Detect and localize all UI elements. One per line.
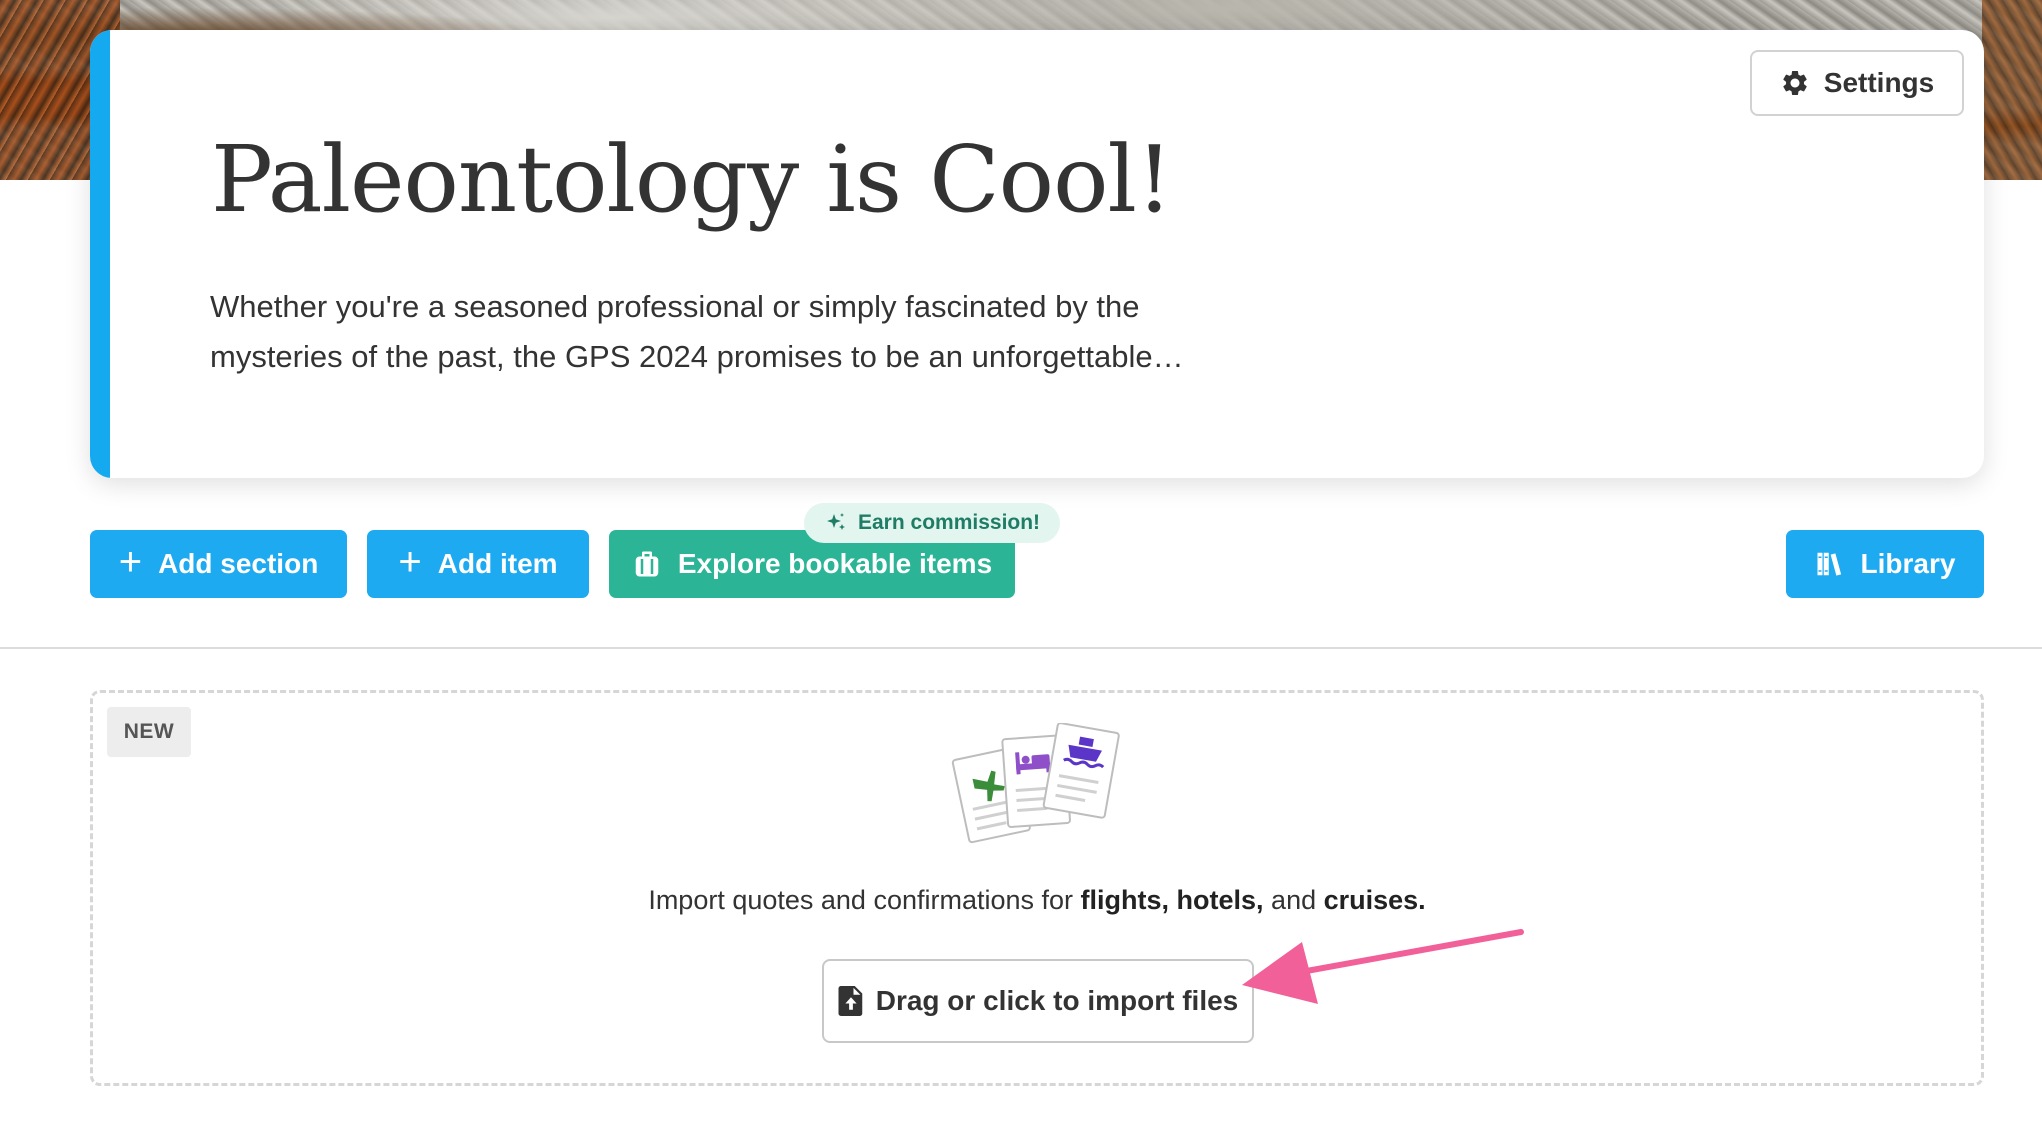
explore-label: Explore bookable items bbox=[677, 548, 993, 579]
description-line-2: mysteries of the past, the GPS 2024 prom… bbox=[210, 339, 1184, 374]
library-label: Library bbox=[1860, 548, 1956, 579]
settings-label: Settings bbox=[1823, 67, 1935, 98]
add-section-button[interactable]: + Add section bbox=[90, 530, 347, 598]
import-text-and: and bbox=[1263, 885, 1324, 915]
gear-icon bbox=[1783, 70, 1807, 95]
sparkle-icon bbox=[827, 513, 845, 530]
import-text-cruises: cruises. bbox=[1323, 885, 1426, 915]
new-badge: NEW bbox=[107, 707, 191, 757]
import-files-label: Drag or click to import files bbox=[875, 985, 1239, 1016]
file-import-dropzone[interactable]: NEW Import quotes and confirmations for … bbox=[90, 690, 1984, 1086]
section-divider bbox=[0, 647, 2042, 649]
file-upload-icon bbox=[838, 986, 862, 1016]
travel-documents-illustration bbox=[951, 723, 1120, 844]
books-icon bbox=[1817, 552, 1841, 576]
earn-commission-badge: Earn commission! bbox=[804, 503, 1061, 543]
import-text-flights-hotels: flights, hotels, bbox=[1080, 885, 1264, 915]
add-item-button[interactable]: + Add item bbox=[367, 530, 589, 598]
hero-accent-stripe bbox=[90, 30, 110, 478]
hero-card: Paleontology is Cool! Whether you're a s… bbox=[90, 30, 1984, 478]
page-description[interactable]: Whether you're a seasoned professional o… bbox=[210, 282, 1230, 382]
banner-texture-right bbox=[1982, 0, 2042, 180]
page-title[interactable]: Paleontology is Cool! bbox=[211, 126, 1173, 233]
description-line-1: Whether you're a seasoned professional o… bbox=[210, 289, 1140, 324]
library-button[interactable]: Library bbox=[1786, 530, 1984, 598]
import-text-prefix: Import quotes and confirmations for bbox=[648, 885, 1081, 915]
add-item-label: Add item bbox=[437, 548, 558, 579]
earn-commission-label: Earn commission! bbox=[858, 511, 1041, 534]
plus-icon: + bbox=[118, 540, 143, 584]
import-description: Import quotes and confirmations for flig… bbox=[93, 885, 1981, 916]
suitcase-icon bbox=[635, 551, 659, 577]
settings-button[interactable]: Settings bbox=[1750, 50, 1964, 116]
plus-icon: + bbox=[398, 540, 422, 584]
page: Paleontology is Cool! Whether you're a s… bbox=[0, 0, 2042, 1132]
add-section-label: Add section bbox=[158, 548, 319, 579]
import-files-button[interactable]: Drag or click to import files bbox=[822, 959, 1254, 1043]
